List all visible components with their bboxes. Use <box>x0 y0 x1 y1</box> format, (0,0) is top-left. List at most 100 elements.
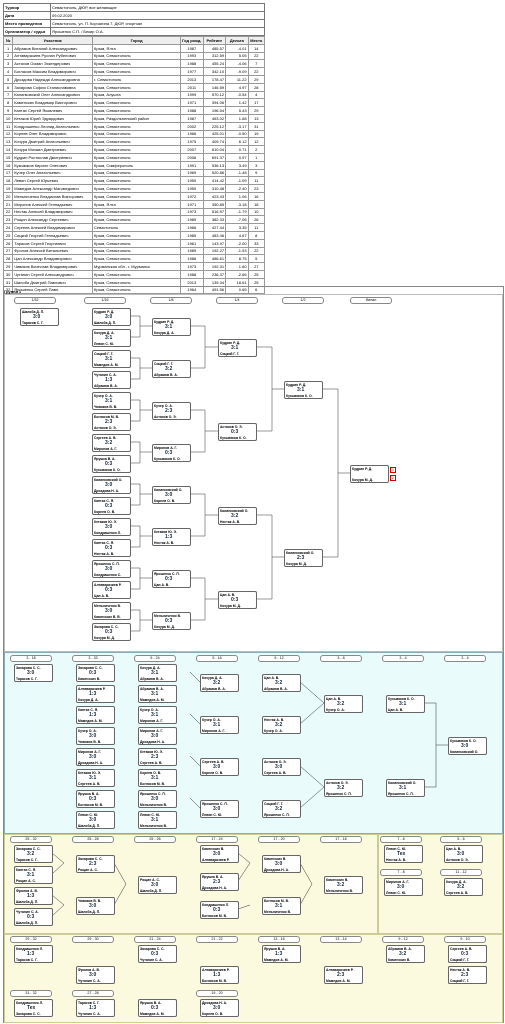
match-card[interactable]: Каменских В. 3:2 Мельниченко В. <box>324 876 363 894</box>
match-card[interactable]: Кетаков Ю. Э. 2:3 Сергеев А. В. <box>138 748 177 766</box>
match-card[interactable]: Кучер О. А. 3:1 Миронов А. Г. <box>138 706 177 724</box>
match-score: 3:2 <box>165 366 173 372</box>
match-card[interactable]: Рощин А. С. 3:0 Шалоба Д. П. <box>138 876 177 894</box>
match-player-1: Корнев О. В. <box>140 770 162 775</box>
match-card[interactable]: Каптах С. Я. 0:3 Корнев О. В. <box>92 497 131 515</box>
match-card[interactable]: Чутанин С. А. 0:3 Шалоба Д. П. <box>14 908 53 926</box>
match-card[interactable]: Богласов М. В. 3:1 Мельниченко В. <box>262 897 301 915</box>
match-card[interactable]: Ярушка В. А. 1:3 Мамедов А. М. <box>262 945 301 963</box>
match-card[interactable]: Кучер О. А. 3:0 Чивиков В. В. <box>76 727 115 745</box>
match-card[interactable]: Ярошенко С. П. 3:0 Кондрашенко С. <box>92 560 131 578</box>
match-card[interactable]: Каптах С. Я. 3:1 Рощин А. С. <box>14 866 53 884</box>
match-card[interactable]: Калинковский О. 2:3 Кочура М. Д. <box>284 549 323 567</box>
match-card[interactable]: Астахов О. Э. 3:0 Сергеев А. В. <box>262 758 301 776</box>
match-card[interactable]: Ярошенко С. П. 3:0 Мельниченко В. <box>138 790 177 808</box>
match-card[interactable]: Захарова С. С. 0:3 Каменских В. <box>76 664 115 682</box>
connector-line <box>51 862 65 875</box>
match-card[interactable]: Нестак А. В. 3:2 Кучер О. А. <box>262 716 301 734</box>
match-card[interactable]: Чутанин С. А. 1:3 Абрамов В. А. <box>92 371 131 389</box>
match-card[interactable]: Чивиков В. В. 3:0 Шалоба Д. П. <box>76 897 115 915</box>
match-card[interactable]: Цап А. В. 3:2 Кучер О. А. <box>324 695 363 713</box>
match-card[interactable]: Астахов О. Э. 0:3 Кузьмиков К. О. <box>218 423 257 441</box>
match-card[interactable]: Калинковский О. 3:2 Нестак А. В. <box>218 507 257 525</box>
match-card[interactable]: Цап А. В. 0:3 Кочура М. Д. <box>218 591 257 609</box>
match-card[interactable]: Кетаков Ю. Э. 1:3 Нестак А. В. <box>152 528 191 546</box>
match-card[interactable]: Миронов А. Г. 3:0 Дроздова Н. А. <box>76 748 115 766</box>
match-card[interactable]: Каптах С. Я. 1:3 Мамедов А. М. <box>76 706 115 724</box>
match-card[interactable]: Захарова С. С. 3:2 Тарасов С. Г. <box>14 845 53 863</box>
match-card[interactable]: Алтаваразиев Р. 2:3 Мамедов А. М. <box>324 966 363 984</box>
match-card[interactable]: Цап А. В. 3:2 Абрамов В. А. <box>262 674 301 692</box>
match-card[interactable]: Миронов А. Г. 0:3 Кузьмиков К. О. <box>152 444 191 462</box>
match-card[interactable]: Богласов М. В. 2:3 Астахов О. Э. <box>92 413 131 431</box>
match-card[interactable]: Ярушка В. А. 2:3 Дроздова Н. А. <box>200 873 239 891</box>
match-card[interactable]: Мельниченко В. 0:3 Кочура М. Д. <box>152 612 191 630</box>
match-card[interactable]: Корнев О. В. 3:1 Богласов М. В. <box>138 769 177 787</box>
match-card[interactable]: Сергеев А. В. 3:0 Корнев О. В. <box>200 758 239 776</box>
match-card[interactable]: Каптах С. Я. 0:3 Нестак А. В. <box>92 539 131 557</box>
match-card[interactable]: Кузьмиков К. О. 3:1 Цап А. В. <box>386 695 425 713</box>
match-card[interactable]: Кондрашенко Л. Тех Захарова С. С. <box>14 999 53 1017</box>
match-card[interactable]: Ярушка В. А. 0:3 Кузьмиков К. О. <box>92 455 131 473</box>
match-card[interactable]: Фролов А. В. 3:0 Чутанин С. А. <box>76 966 115 984</box>
match-card[interactable]: Кондрашенко Л. 0:3 Богласов М. В. <box>200 901 239 919</box>
match-player-1: Алтаваразиев Р. <box>94 582 122 587</box>
match-card[interactable]: Левин С. Ю. Тех Нестак А. В. <box>384 845 423 863</box>
match-card[interactable]: Миронов А. Г. 3:0 Левин С. Ю. <box>384 878 423 896</box>
match-card[interactable]: Кудрин Р. Д. 3:1 Кочура Д. А. <box>152 318 191 336</box>
match-card[interactable]: Кузьмиков К. О. 3:0 Калинковский О. <box>448 737 487 755</box>
match-card[interactable]: Кучер О. А. 3:1 Чивиков В. В. <box>92 392 131 410</box>
match-card[interactable]: Захарова С. С. 0:3 Кочура М. Д. <box>92 623 131 641</box>
match-player-2: Сицкий Г. Г. <box>220 351 240 356</box>
match-card[interactable]: Сицкий Г. Г. 3:2 Ярошенко С. П. <box>262 800 301 818</box>
match-card[interactable]: Каменских В. 3:0 Дроздова Н. А. <box>262 855 301 873</box>
match-card[interactable]: Кудрин Р. Д. 3:1 Кузьмиков К. О. <box>284 381 323 399</box>
match-card[interactable]: Нестак А. В. 2:3 Сицкий Г. Г. <box>448 966 487 984</box>
match-card[interactable]: Кудрин Р. Д. 3:0 Шалоба Д. П. <box>92 308 131 326</box>
match-card[interactable]: Кондрашенко Л. 1:3 Тарасов С. Г. <box>14 945 53 963</box>
match-card[interactable]: Миронов А. Г. 3:0 Дроздова Н. А. <box>138 727 177 745</box>
match-card[interactable]: Сергеев А. В. 3:2 Миронов А. Г. <box>92 434 131 452</box>
match-card[interactable]: Калинковский О. 3:0 Корнев О. В. <box>152 486 191 504</box>
match-card[interactable]: Кудрин Р. Д. 3:1 Сицкий Г. Г. <box>218 339 257 357</box>
match-card[interactable]: Ярошенко С. П. 3:0 Левин С. Ю. <box>200 800 239 818</box>
match-card[interactable]: Кучер О. А. 3:1 Миронов А. Г. <box>200 716 239 734</box>
match-card[interactable]: Кочура Д. А. 3:2 Абрамов В. А. <box>200 674 239 692</box>
match-card[interactable]: Кочура Д. А. 3:2 Сергеев А. В. <box>444 878 483 896</box>
match-card[interactable]: Кочура Д. А. 3:1 Левин С. Ю. <box>92 329 131 347</box>
match-card[interactable]: Сергеев А. В. 0:3 Сицкий Г. Г. <box>448 945 487 963</box>
match-card[interactable]: Дроздова Н. А. 3:0 Корнев О. В. <box>200 999 239 1017</box>
match-card[interactable]: Ярошенко С. П. 0:3 Цап А. В. <box>152 570 191 588</box>
match-card[interactable]: Калинковский О. 3:0 Дроздова Н. А. <box>92 476 131 494</box>
match-card[interactable]: Ярушка В. А. 0:3 Богласов М. В. <box>76 790 115 808</box>
match-card[interactable]: Кетаков Ю. Э. 3:0 Кондрашенко Л. <box>92 518 131 536</box>
match-card[interactable]: Фролов А. В. 1:3 Шалоба Д. П. <box>14 887 53 905</box>
match-card[interactable]: Захарова С. С. 0:3 Чутанин С. А. <box>138 945 177 963</box>
match-card[interactable]: Кудрин Р. Д. Кочура М. Д. <box>350 465 389 483</box>
match-card[interactable]: Захарова С. С. 2:3 Рощин А. С. <box>76 855 115 873</box>
match-card[interactable]: Сицкий Г. Г. 3:1 Мамедов А. М. <box>92 350 131 368</box>
match-card[interactable]: Тарасов С. Г. 1:3 Чутанин С. А. <box>76 999 115 1017</box>
match-card[interactable]: Мельниченко В. 3:0 Каменских В. В. <box>92 602 131 620</box>
match-card[interactable]: Ярушка В. А. 0:3 Мамедов А. М. <box>138 999 177 1017</box>
match-card[interactable]: Калинковский О. 3:1 Ярошенко С. П. <box>386 779 425 797</box>
match-card[interactable]: Кетаков Ю. Э. 3:1 Сергеев А. В. <box>76 769 115 787</box>
match-card[interactable]: Алтаваразиев Р. 1:3 Кочура Д. А. <box>76 685 115 703</box>
match-card[interactable]: Кочура Д. А. 3:1 Абрамов В. А. <box>138 664 177 682</box>
match-card[interactable]: Сицкий Г. Г. 3:2 Абрамов В. А. <box>152 360 191 378</box>
match-card[interactable]: Алтаваразиев Р. 1:3 Богласов М. В. <box>200 966 239 984</box>
match-card[interactable]: Абрамов В. А. 3:2 Каменских В. <box>386 945 425 963</box>
match-card[interactable]: Захарова С. С. 3:0 Тарасов С. Г. <box>14 664 53 682</box>
match-card[interactable]: Цап А. В. 3:0 Астахов О. Э. <box>444 845 483 863</box>
match-card[interactable]: Левин С. Ю. 3:0 Шалоба Д. П. <box>76 811 115 829</box>
match-card[interactable]: Алтаваразиев Р. 0:3 Цап А. В. <box>92 581 131 599</box>
match-score: 3:2 <box>105 440 113 446</box>
connector-line <box>51 904 65 917</box>
match-score: 3:0 <box>213 764 221 770</box>
match-card[interactable]: Шалоба Д. П. 3:0 Тарасов С. Г. <box>20 308 59 326</box>
match-card[interactable]: Левин С. Ю. 3:1 Мельниченко В. <box>138 811 177 829</box>
match-card[interactable]: Астахов О. Э. 3:2 Ярошенко С. П. <box>324 779 363 797</box>
match-card[interactable]: Абрамов В. А. 3:1 Мамедов А. М. <box>138 685 177 703</box>
match-card[interactable]: Каменских В. 3:0 Алтаваразиев Р. <box>200 845 239 863</box>
match-card[interactable]: Кучер О. А. 2:3 Астахов О. Э. <box>152 402 191 420</box>
